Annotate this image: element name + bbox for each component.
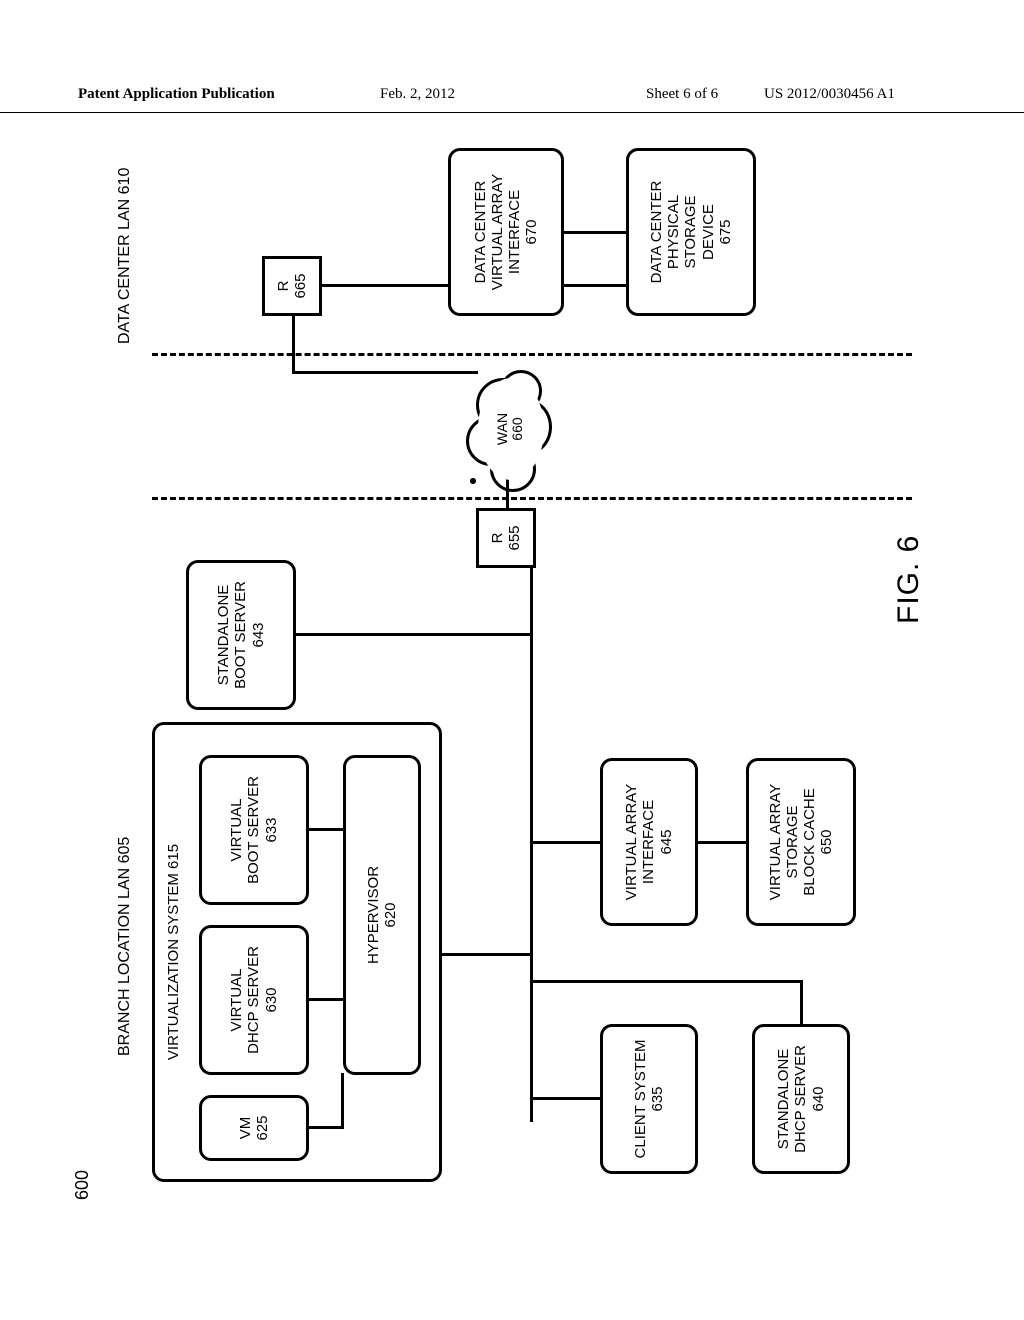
standalone-dhcp-line1: STANDALONE (775, 1049, 792, 1150)
dc-phys-line4: DEVICE (700, 204, 717, 260)
conn-client-bus (532, 1097, 600, 1100)
datacenter-lan-label: DATA CENTER LAN 610 (116, 168, 134, 344)
figure-number: 600 (72, 1170, 93, 1200)
conn-vai-bus (532, 841, 600, 844)
virtual-boot: VIRTUAL BOOT SERVER 633 (199, 755, 309, 905)
vai-line3: 645 (658, 829, 675, 854)
vm-line1: VM (237, 1117, 254, 1140)
branch-boundary-dashed (152, 497, 912, 500)
branch-lan-label: BRANCH LOCATION LAN 605 (116, 837, 134, 1056)
diagram: 600 BRANCH LOCATION LAN 605 DATA CENTER … (62, 132, 962, 1220)
virtualization-system: VIRTUALIZATION SYSTEM 615 VM 625 VIRTUAL… (152, 722, 442, 1182)
standalone-dhcp: STANDALONE DHCP SERVER 640 (752, 1024, 850, 1174)
page-header: Patent Application Publication Feb. 2, 2… (0, 86, 1024, 113)
dc-vai-line2: VIRTUAL ARRAY (489, 174, 506, 290)
figure-caption: FIG. 6 (892, 535, 926, 624)
virtual-array-interface: VIRTUAL ARRAY INTERFACE 645 (600, 758, 698, 926)
hypervisor-line2: 620 (382, 902, 399, 927)
router-665: R 665 (262, 256, 322, 316)
header-pubno: US 2012/0030456 A1 (764, 86, 895, 103)
client-line1: CLIENT SYSTEM (632, 1040, 649, 1159)
dc-vai-line3: INTERFACE (506, 190, 523, 274)
vm-line2: 625 (254, 1115, 271, 1140)
hypervisor: HYPERVISOR 620 (343, 755, 421, 1075)
dc-phys-line1: DATA CENTER (648, 181, 665, 284)
vcache-line1: VIRTUAL ARRAY (767, 784, 784, 900)
conn-vm-hyper (309, 1126, 343, 1129)
standalone-dhcp-line2: DHCP SERVER (792, 1045, 809, 1153)
virtual-boot-line1: VIRTUAL (228, 798, 245, 861)
virtual-dhcp-line2: DHCP SERVER (245, 946, 262, 1054)
r655-line1: R (489, 533, 506, 544)
dc-vai-line4: 670 (523, 219, 540, 244)
virtual-boot-line3: 633 (263, 817, 280, 842)
conn-vsys-bus (442, 953, 530, 956)
header-date: Feb. 2, 2012 (380, 86, 455, 103)
dc-vai-line1: DATA CENTER (472, 181, 489, 284)
conn-vai-vcache (698, 841, 746, 844)
virtual-boot-line2: BOOT SERVER (245, 776, 262, 884)
router-655: R 655 (476, 508, 536, 568)
conn-stddhcp-v (532, 980, 802, 983)
wan-line2: 660 (509, 417, 525, 440)
vcache-line2: STORAGE (784, 805, 801, 878)
hypervisor-line1: HYPERVISOR (365, 866, 382, 964)
standalone-boot-line2: BOOT SERVER (232, 581, 249, 689)
header-left: Patent Application Publication (78, 86, 275, 103)
standalone-boot-line1: STANDALONE (215, 585, 232, 686)
virtual-array-cache: VIRTUAL ARRAY STORAGE BLOCK CACHE 650 (746, 758, 856, 926)
dc-physical-storage: DATA CENTER PHYSICAL STORAGE DEVICE 675 (626, 148, 756, 316)
standalone-boot-line3: 643 (250, 622, 267, 647)
datacenter-boundary-dashed (152, 353, 912, 356)
r665-line2: 665 (292, 273, 309, 298)
dc-phys-line5: 675 (717, 219, 734, 244)
conn-stdboot-bus (296, 633, 530, 636)
virtual-dhcp-line1: VIRTUAL (228, 968, 245, 1031)
branch-lan-bus (530, 534, 533, 1122)
wan-cloud: WAN 660 (470, 374, 550, 484)
dc-phys-line3: STORAGE (682, 195, 699, 268)
standalone-boot-server: STANDALONE BOOT SERVER 643 (186, 560, 296, 710)
conn-dcvai-dcphys (564, 231, 626, 234)
dc-phys-line2: PHYSICAL (665, 195, 682, 269)
dc-virtual-array-interface: DATA CENTER VIRTUAL ARRAY INTERFACE 670 (448, 148, 564, 316)
header-sheet: Sheet 6 of 6 (646, 86, 718, 103)
virtualization-system-label: VIRTUALIZATION SYSTEM 615 (165, 725, 182, 1179)
wan-line1: WAN (494, 413, 510, 445)
client-line2: 635 (649, 1086, 666, 1111)
vai-line1: VIRTUAL ARRAY (623, 784, 640, 900)
r655-line2: 655 (506, 525, 523, 550)
vcache-line3: BLOCK CACHE (801, 788, 818, 896)
conn-vm-hyper-h (341, 1073, 344, 1129)
virtual-dhcp: VIRTUAL DHCP SERVER 630 (199, 925, 309, 1075)
virtual-dhcp-line3: 630 (263, 987, 280, 1012)
standalone-dhcp-line3: 640 (810, 1086, 827, 1111)
conn-wan-up (292, 371, 478, 374)
conn-stddhcp-h (800, 980, 803, 1024)
vm: VM 625 (199, 1095, 309, 1161)
client-system: CLIENT SYSTEM 635 (600, 1024, 698, 1174)
conn-vboot-hyper (309, 828, 343, 831)
vai-line2: INTERFACE (640, 800, 657, 884)
vcache-line4: 650 (818, 829, 835, 854)
conn-wan-r665 (292, 314, 295, 374)
r665-line1: R (275, 281, 292, 292)
conn-vdhcp-hyper (309, 998, 343, 1001)
